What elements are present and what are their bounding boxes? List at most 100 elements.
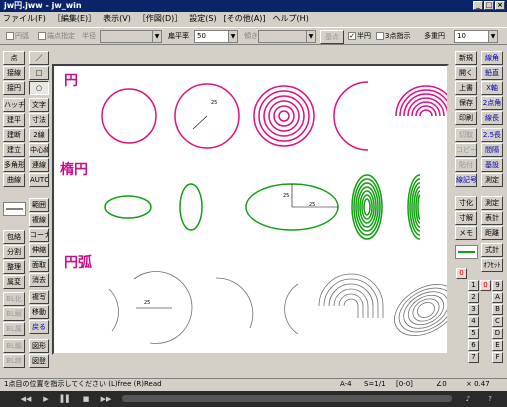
maximize-button[interactable]: □	[484, 1, 494, 10]
tool-point[interactable]: 点	[3, 51, 25, 65]
tool-hatch[interactable]: ハッチ	[3, 98, 25, 112]
tool-text[interactable]: 文字	[29, 98, 49, 112]
layer-d-button[interactable]: D	[492, 328, 503, 339]
tool-continuous-line[interactable]: 連線	[29, 158, 49, 172]
layer-4-button[interactable]: 4	[468, 316, 479, 327]
tool-table-calc[interactable]: 表計	[481, 211, 503, 225]
line-color-swatch[interactable]	[3, 202, 26, 216]
tool-parallel-line[interactable]: 複線	[29, 213, 49, 227]
tool-move[interactable]: 移動	[29, 305, 49, 319]
tool-rectangle[interactable]: □	[29, 66, 49, 80]
menu-other[interactable]: [その他(A)]	[224, 13, 266, 24]
tool-offset[interactable]: ｵﾌｾｯﾄ	[481, 258, 503, 272]
close-button[interactable]: ×	[495, 1, 505, 10]
volume-icon[interactable]: ♪	[462, 394, 474, 404]
tool-tangent[interactable]: 接線	[3, 66, 25, 80]
endpoint-checkbox[interactable]: 端点指定	[38, 31, 75, 41]
tool-measure[interactable]: 測定	[481, 196, 503, 210]
tool-auto[interactable]: AUTO	[29, 173, 49, 187]
tool-organize[interactable]: 整理	[3, 260, 25, 274]
tool-new[interactable]: 新規	[455, 51, 477, 65]
tool-polygon[interactable]: 多角形	[3, 158, 25, 172]
three-point-checkbox[interactable]: 3点指示	[376, 31, 410, 41]
flattening-combo[interactable]: 50 ▼	[194, 30, 238, 43]
tool-circle[interactable]: ○	[29, 81, 49, 95]
tool-two-point-length[interactable]: 間隔	[481, 143, 503, 157]
layer-6-button[interactable]: 6	[468, 340, 479, 351]
base-point-button[interactable]: 基点	[320, 30, 344, 44]
tool-figure-register[interactable]: 図登	[29, 354, 49, 368]
tool-copy-clip[interactable]: コピー	[455, 143, 477, 157]
tool-block-edit[interactable]: BL編	[3, 339, 25, 353]
tool-line[interactable]: ／	[29, 51, 49, 65]
tool-vertical[interactable]: X軸	[481, 81, 503, 95]
layer-f-button[interactable]: F	[492, 352, 503, 363]
tool-dim-release[interactable]: 寸解	[455, 211, 477, 225]
layer-c-button[interactable]: C	[492, 316, 503, 327]
tool-copy[interactable]: 複写	[29, 290, 49, 304]
tool-curve[interactable]: 曲線	[3, 173, 25, 187]
tool-cut[interactable]: 切取	[455, 128, 477, 142]
tool-building-section[interactable]: 建断	[3, 128, 25, 142]
tool-line-symbol[interactable]: 線記号	[455, 173, 477, 187]
layer-e-button[interactable]: E	[492, 340, 503, 351]
tool-block-release[interactable]: BL解	[3, 307, 25, 321]
drawing-canvas[interactable]: 円 楕円 円弧 25 25 25 25	[52, 64, 449, 355]
stop-icon[interactable]: ■	[80, 394, 92, 404]
minimize-button[interactable]: _	[473, 1, 483, 10]
layer-2-button[interactable]: 2	[468, 292, 479, 303]
tool-save[interactable]: 保存	[455, 96, 477, 110]
menu-view[interactable]: 表示(V)	[103, 13, 131, 24]
angle-indicator[interactable]: ∠0	[436, 379, 447, 390]
tool-interval[interactable]: 基設	[481, 158, 503, 172]
tool-line-angle[interactable]: 鉛直	[481, 66, 503, 80]
tool-open[interactable]: 開く	[455, 66, 477, 80]
tool-double-line[interactable]: 2線	[29, 128, 49, 142]
layer-color-swatch[interactable]	[455, 245, 478, 259]
tool-tangent-circle[interactable]: 接円	[3, 81, 25, 95]
tool-formula-calc[interactable]: 式計	[481, 243, 503, 257]
play-icon[interactable]: ▶	[40, 394, 52, 404]
tool-block-make[interactable]: BL化	[3, 292, 25, 306]
radius-combo[interactable]: ▼	[100, 30, 162, 43]
layer-0-button[interactable]: 0	[480, 280, 491, 291]
layer-7-button[interactable]: 7	[468, 352, 479, 363]
layer-a-button[interactable]: A	[492, 292, 503, 303]
layer-group-button[interactable]: 0	[456, 268, 467, 279]
tool-envelope[interactable]: 包絡	[3, 230, 25, 244]
menu-edit[interactable]: ［編集(E)］	[53, 13, 96, 24]
layer-1-button[interactable]: 1	[468, 280, 479, 291]
layer-b-button[interactable]: B	[492, 304, 503, 315]
tilt-combo[interactable]: ▼	[258, 30, 316, 43]
tool-building-plan[interactable]: 建平	[3, 113, 25, 127]
tool-x-axis[interactable]: 2点角	[481, 96, 503, 110]
paper-size[interactable]: A-4	[340, 379, 352, 390]
tool-line-length[interactable]: 2.5長	[481, 128, 503, 142]
pause-icon[interactable]: ▌▌	[60, 394, 72, 404]
semicircle-checkbox[interactable]: ✓ 半円	[348, 31, 371, 41]
layer-indicator[interactable]: [0-0]	[396, 379, 413, 390]
menu-settings[interactable]: 設定(S)	[189, 13, 216, 24]
scale-indicator[interactable]: S=1/1	[364, 379, 386, 390]
tool-memo[interactable]: メモ	[455, 226, 477, 240]
tool-range[interactable]: 範囲	[29, 198, 49, 212]
menu-file[interactable]: ファイル(F)	[3, 13, 46, 24]
tool-erase[interactable]: 消去	[29, 273, 49, 287]
tool-figure[interactable]: 図形	[29, 339, 49, 353]
arc-checkbox[interactable]: 円弧	[6, 31, 29, 41]
tool-corner[interactable]: コーナー	[29, 228, 49, 242]
layer-3-button[interactable]: 3	[468, 304, 479, 315]
forward-icon[interactable]: ▶▶	[100, 394, 112, 404]
tool-mirror[interactable]: 線角	[481, 51, 503, 65]
zoom-indicator[interactable]: × 0.47	[466, 379, 490, 390]
help-icon[interactable]: ?	[484, 394, 496, 404]
tool-block-attribute[interactable]: BL属	[3, 322, 25, 336]
tool-paste[interactable]: 貼付	[455, 158, 477, 172]
multi-circle-combo[interactable]: 10 ▼	[454, 30, 498, 43]
tool-two-point-angle[interactable]: 線長	[481, 111, 503, 125]
menu-draw[interactable]: ［作図(D)］	[138, 13, 182, 24]
tool-distance[interactable]: 距離	[481, 226, 503, 240]
tool-stretch[interactable]: 伸縮	[29, 243, 49, 257]
tool-base-set[interactable]: 測定	[481, 173, 503, 187]
tool-chamfer[interactable]: 面取	[29, 258, 49, 272]
